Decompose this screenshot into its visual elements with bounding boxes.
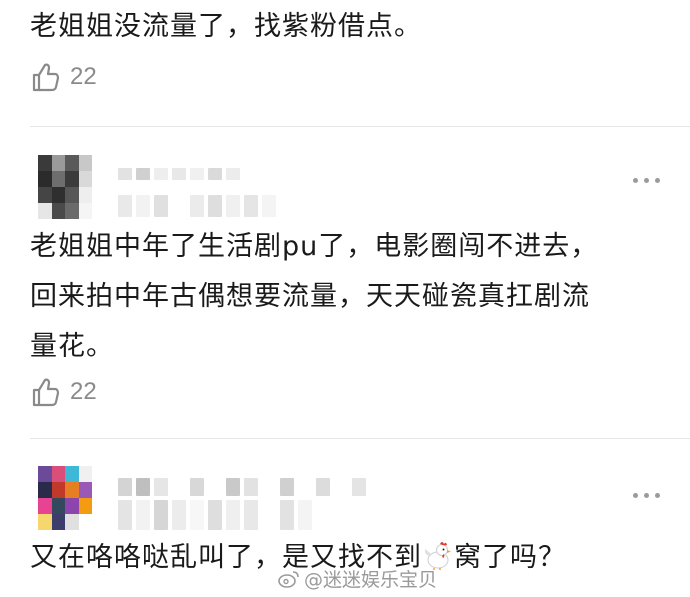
divider <box>30 438 690 439</box>
thumbs-up-icon <box>32 378 60 407</box>
timestamp-blurred <box>118 500 312 530</box>
username-blurred[interactable] <box>118 168 258 180</box>
comment-text-line-2: 回来拍中年古偶想要流量，天天碰瓷真扛剧流 <box>30 281 590 312</box>
more-dots-icon[interactable] <box>633 178 660 183</box>
avatar[interactable] <box>38 155 92 219</box>
weibo-logo-icon <box>278 570 299 588</box>
thumbs-up-icon <box>32 63 60 92</box>
like-button[interactable]: 22 <box>32 377 97 407</box>
comment-text-line-3: 量花。 <box>30 331 114 362</box>
like-count: 22 <box>70 63 97 90</box>
comment-text: 老姐姐没流量了，找紫粉借点。 <box>30 11 422 42</box>
like-button[interactable]: 22 <box>32 62 97 92</box>
divider <box>30 126 690 127</box>
comment-text-line-1: 老姐姐中年了生活剧pu了，电影圈闯不进去， <box>30 231 599 262</box>
timestamp-blurred <box>118 195 276 217</box>
like-count: 22 <box>70 378 97 405</box>
more-dots-icon[interactable] <box>633 493 660 498</box>
watermark: @迷迷娱乐宝贝 <box>278 565 437 592</box>
avatar[interactable] <box>38 466 92 530</box>
username-blurred[interactable] <box>118 478 366 496</box>
